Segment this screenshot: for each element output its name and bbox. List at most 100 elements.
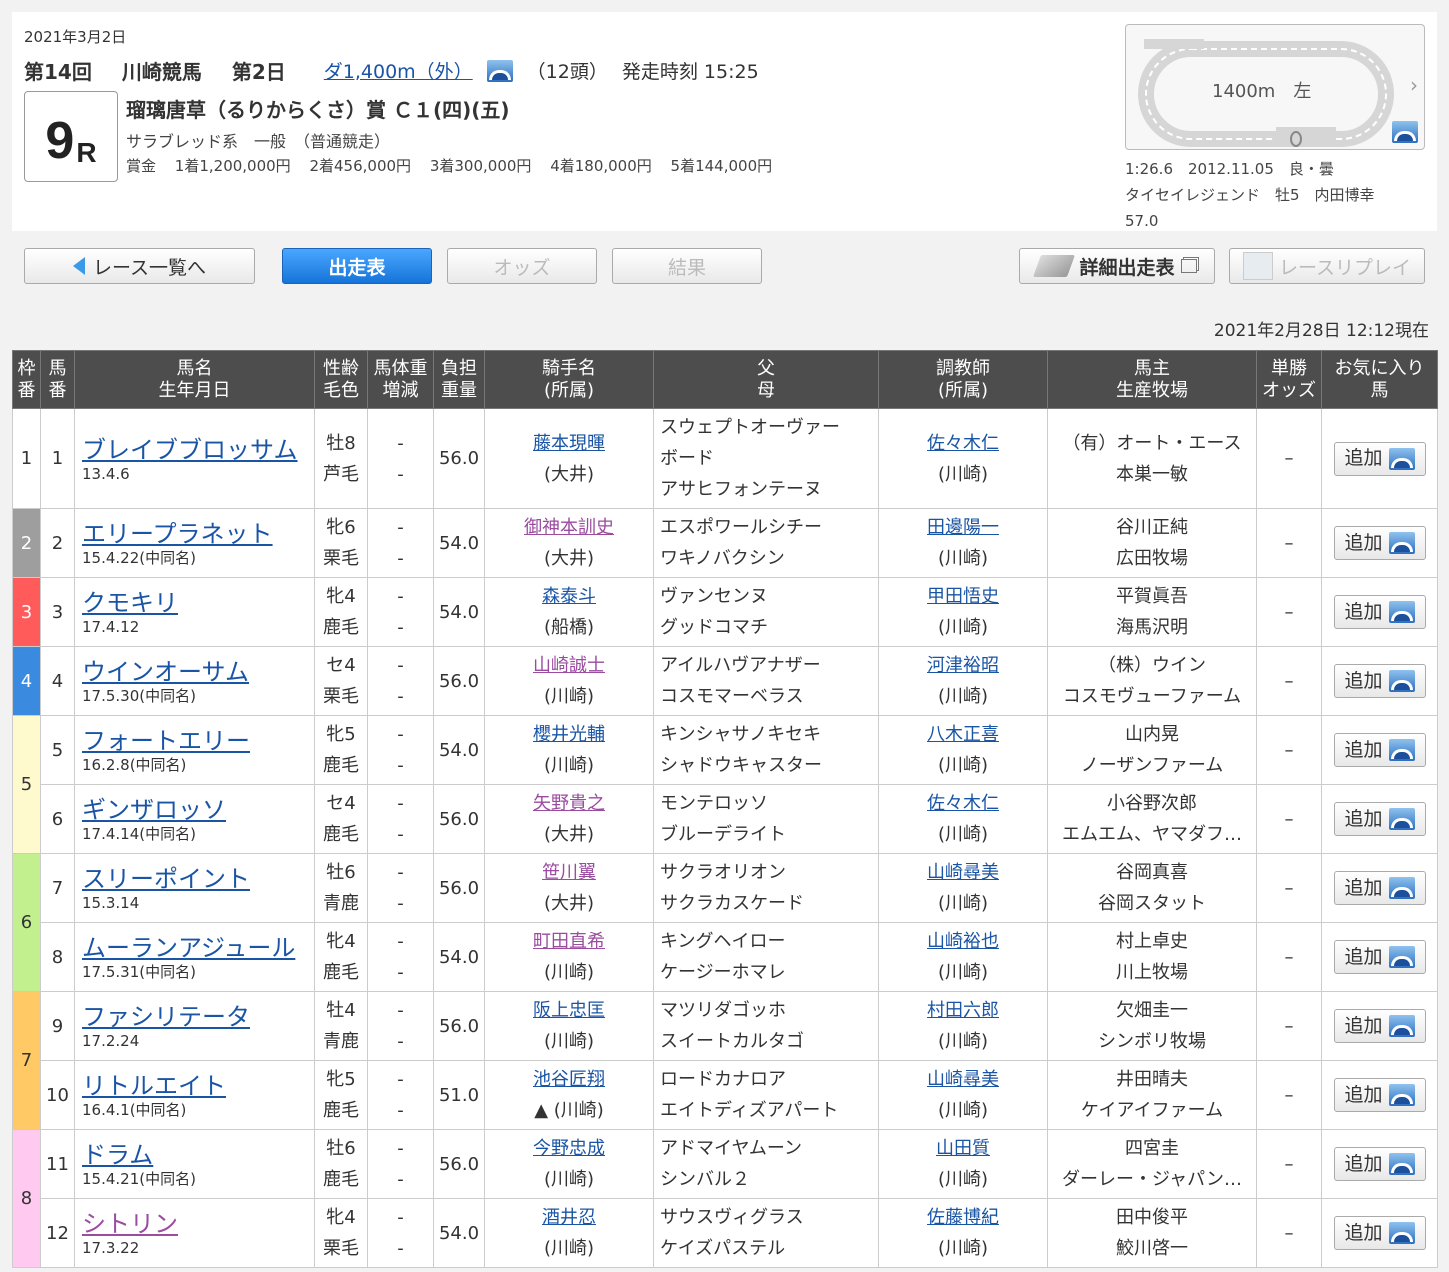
win-odds: –: [1256, 408, 1322, 509]
course-map-icon-small[interactable]: [1392, 121, 1418, 143]
jockey-cell: 御神本訓史 (大井): [484, 508, 654, 578]
win-odds: –: [1256, 1060, 1322, 1130]
horse-name-link[interactable]: スリーポイント: [82, 864, 314, 894]
frame-number: 6: [12, 853, 41, 992]
trainer-link[interactable]: 村田六郎: [927, 1000, 999, 1021]
trainer-link[interactable]: 田邊陽一: [927, 517, 999, 538]
add-favorite-button[interactable]: 追加: [1333, 940, 1426, 974]
race-nav: レース一覧へ 出走表 オッズ 結果 詳細出走表 レースリプレイ: [12, 248, 1437, 288]
chevron-right-icon[interactable]: ›: [1410, 73, 1418, 97]
trainer-link[interactable]: 山崎尋美: [927, 1069, 999, 1090]
favorite-icon: [1388, 946, 1415, 968]
pedigree-cell: スウェプトオーヴァー ボード アサヒフォンテーヌ: [653, 408, 879, 509]
favorite-cell: 追加: [1321, 508, 1438, 578]
jockey-affiliation: (川崎): [543, 962, 595, 983]
burden-weight: 56.0: [433, 784, 485, 854]
add-favorite-button[interactable]: 追加: [1333, 1078, 1426, 1112]
horse-name-link[interactable]: リトルエイト: [82, 1071, 314, 1101]
jockey-link[interactable]: 山崎誠士: [533, 655, 605, 676]
jockey-link[interactable]: 櫻井光輔: [533, 724, 605, 745]
jockey-link[interactable]: 池谷匠翔: [533, 1069, 605, 1090]
trainer-link[interactable]: 山田質: [936, 1138, 990, 1159]
horse-number: 2: [40, 508, 75, 578]
race-distance-link[interactable]: ダ1,400m（外）: [324, 57, 473, 84]
trainer-link[interactable]: 八木正喜: [927, 724, 999, 745]
jockey-link[interactable]: 町田直希: [533, 931, 605, 952]
jockey-cell: 山崎誠士 (川崎): [484, 646, 654, 716]
favorite-icon: [1388, 1222, 1415, 1244]
add-favorite-button[interactable]: 追加: [1333, 1147, 1426, 1181]
weight-diff: -: [397, 548, 404, 569]
horse-birth: 17.4.14(中同名): [82, 825, 196, 843]
horse-name-link[interactable]: ギンザロッソ: [82, 795, 314, 825]
horse-name-link[interactable]: フォートエリー: [82, 726, 314, 756]
jockey-link[interactable]: 笹川翼: [542, 862, 596, 883]
breeder-name: 谷岡スタット: [1098, 893, 1206, 914]
race-class: サラブレッド系 一般 （普通競走）: [126, 132, 391, 151]
horse-birth: 13.4.6: [82, 464, 130, 483]
race-meta: 第14回 川崎競馬 第2日 ダ1,400m（外） （12頭） 発走時刻 15:2…: [24, 56, 759, 85]
horse-name-link[interactable]: クモキリ: [82, 588, 314, 618]
sex-age-cell: 牝4 鹿毛: [314, 577, 368, 647]
horse-name-link[interactable]: ブレイブブロッサム: [82, 435, 314, 465]
add-label: 追加: [1344, 807, 1383, 830]
jockey-link[interactable]: 矢野貴之: [533, 793, 605, 814]
trainer-link[interactable]: 佐々木仁: [927, 793, 999, 814]
coat-color: 栗毛: [323, 548, 359, 569]
horse-name-link[interactable]: ウインオーサム: [82, 657, 314, 687]
add-label: 追加: [1344, 600, 1383, 623]
body-weight-cell: --: [367, 991, 434, 1061]
add-favorite-button[interactable]: 追加: [1333, 595, 1426, 629]
jockey-link[interactable]: 酒井忍: [542, 1207, 596, 1228]
horse-name-link[interactable]: ドラム: [82, 1140, 314, 1170]
burden-weight: 56.0: [433, 991, 485, 1061]
prize-2: 2着456,000円: [309, 157, 412, 175]
tab-odds[interactable]: オッズ: [447, 248, 597, 284]
jockey-link[interactable]: 阪上忠匡: [533, 1000, 605, 1021]
add-favorite-button[interactable]: 追加: [1333, 802, 1426, 836]
jockey-link[interactable]: 森泰斗: [542, 586, 596, 607]
trainer-link[interactable]: 甲田悟史: [927, 586, 999, 607]
sire-name: スウェプトオーヴァー: [660, 417, 840, 438]
horse-name-link[interactable]: ファシリテータ: [82, 1002, 314, 1032]
owner-cell: （株）ウイン コスモヴューファーム: [1047, 646, 1257, 716]
trainer-link[interactable]: 山崎尋美: [927, 862, 999, 883]
trainer-link[interactable]: 佐藤博紀: [927, 1207, 999, 1228]
sire-name: マツリダゴッホ: [660, 1000, 786, 1021]
add-favorite-button[interactable]: 追加: [1333, 664, 1426, 698]
favorite-icon: [1388, 739, 1415, 761]
body-weight: -: [397, 931, 404, 952]
detail-entries-button[interactable]: 詳細出走表: [1019, 248, 1215, 284]
win-odds: –: [1256, 991, 1322, 1061]
horse-name-link[interactable]: シトリン: [82, 1209, 314, 1239]
horse-number: 1: [40, 408, 75, 509]
owner-name: 小谷野次郎: [1107, 793, 1197, 814]
course-map-icon[interactable]: [486, 59, 513, 82]
jockey-link[interactable]: 藤本現暉: [533, 433, 605, 454]
add-favorite-button[interactable]: 追加: [1333, 1216, 1426, 1250]
add-favorite-button[interactable]: 追加: [1333, 526, 1426, 560]
tab-entries[interactable]: 出走表: [282, 248, 432, 284]
add-favorite-button[interactable]: 追加: [1333, 1009, 1426, 1043]
jockey-link[interactable]: 御神本訓史: [524, 517, 614, 538]
favorite-icon: [1388, 532, 1415, 554]
race-replay-button[interactable]: レースリプレイ: [1229, 248, 1425, 284]
trainer-cell: 八木正喜 (川崎): [878, 715, 1048, 785]
add-favorite-button[interactable]: 追加: [1333, 441, 1426, 476]
trainer-link[interactable]: 河津裕昭: [927, 655, 999, 676]
horse-name-cell: エリープラネット 15.4.22(中同名): [74, 508, 315, 578]
entries-table: 枠番 馬番 馬名 生年月日 性齢 毛色 馬体重 増減 負担 重量 騎手名 (所属) 父母 …: [12, 350, 1438, 1268]
horse-name-link[interactable]: エリープラネット: [82, 519, 314, 549]
horse-name-link[interactable]: ムーランアジュール: [82, 933, 314, 963]
course-map[interactable]: 1400m 左 ›: [1125, 24, 1425, 150]
back-to-race-list-button[interactable]: レース一覧へ: [24, 248, 255, 284]
horse-birth: 17.5.30(中同名): [82, 687, 196, 705]
jockey-link[interactable]: 今野忠成: [533, 1138, 605, 1159]
col-body-weight: 馬体重 増減: [367, 350, 434, 409]
trainer-link[interactable]: 佐々木仁: [927, 433, 999, 454]
add-favorite-button[interactable]: 追加: [1333, 871, 1426, 905]
add-favorite-button[interactable]: 追加: [1333, 733, 1426, 767]
trainer-link[interactable]: 山崎裕也: [927, 931, 999, 952]
tab-result[interactable]: 結果: [612, 248, 762, 284]
weight-diff: -: [397, 755, 404, 776]
